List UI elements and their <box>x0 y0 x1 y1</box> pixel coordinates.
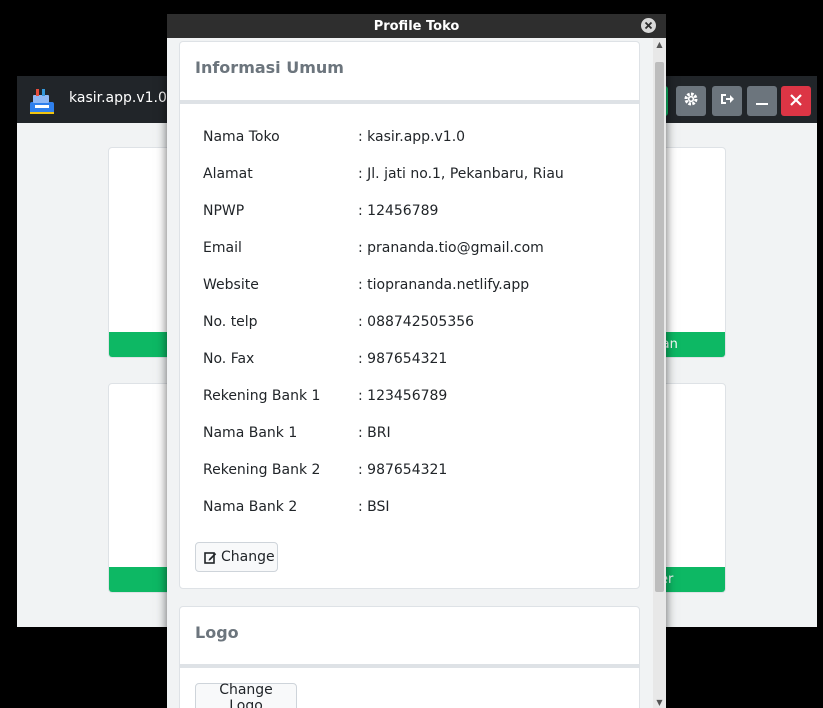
info-value: : kasir.app.v1.0 <box>358 129 466 145</box>
panel-heading: Logo <box>195 623 239 642</box>
change-logo-button-label: Change Logo <box>219 682 273 708</box>
close-app-button[interactable] <box>781 86 811 116</box>
info-value: : 12456789 <box>358 203 439 219</box>
info-label: Rekening Bank 1 <box>203 388 321 404</box>
info-label: Nama Toko <box>203 129 280 145</box>
info-label: Email <box>203 240 242 256</box>
change-logo-button[interactable]: Change Logo <box>195 682 297 708</box>
cash-register-icon <box>27 86 57 116</box>
info-value: : BSI <box>358 499 390 515</box>
info-value: : prananda.tio@gmail.com <box>358 240 544 256</box>
divider <box>180 100 639 104</box>
scroll-thumb[interactable] <box>655 62 664 592</box>
edit-icon <box>204 551 217 564</box>
info-label: No. Fax <box>203 351 255 367</box>
logo-panel: Logo Change Logo <box>179 606 640 708</box>
profile-dialog: Profile Toko Informasi Umum Nama Toko : … <box>167 14 666 708</box>
gear-icon <box>683 91 699 111</box>
info-label: NPWP <box>203 203 245 219</box>
app-title: kasir.app.v1.0 <box>69 90 167 106</box>
info-value: : BRI <box>358 425 391 441</box>
change-button[interactable]: Change <box>195 542 278 572</box>
minimize-icon <box>754 91 770 111</box>
panel-heading: Informasi Umum <box>195 58 344 77</box>
close-circle-icon[interactable] <box>641 18 656 33</box>
info-label: No. telp <box>203 314 258 330</box>
dialog-content: Informasi Umum Nama Toko : kasir.app.v1.… <box>167 38 653 708</box>
divider <box>180 664 639 668</box>
info-label: Alamat <box>203 166 253 182</box>
info-value: : 088742505356 <box>358 314 475 330</box>
info-value: : Jl. jati no.1, Pekanbaru, Riau <box>358 166 564 182</box>
dialog-title: Profile Toko <box>373 19 460 34</box>
general-info-panel: Informasi Umum Nama Toko : kasir.app.v1.… <box>179 41 640 589</box>
logout-button[interactable] <box>712 86 742 116</box>
settings-button[interactable] <box>676 86 706 116</box>
info-value: : 987654321 <box>358 462 448 478</box>
info-value: : 123456789 <box>358 388 448 404</box>
logout-icon <box>719 91 735 111</box>
close-icon <box>789 92 803 111</box>
info-label: Nama Bank 2 <box>203 499 298 515</box>
info-value: : 987654321 <box>358 351 448 367</box>
scroll-up-icon[interactable]: ▲ <box>655 40 664 49</box>
info-value: : tioprananda.netlify.app <box>358 277 530 293</box>
info-label: Rekening Bank 2 <box>203 462 321 478</box>
dialog-titlebar: Profile Toko <box>167 14 666 38</box>
info-label: Nama Bank 1 <box>203 425 298 441</box>
change-button-label: Change <box>221 549 275 565</box>
info-label: Website <box>203 277 259 293</box>
vertical-scrollbar[interactable]: ▲ ▼ <box>653 38 666 708</box>
scroll-down-icon[interactable]: ▼ <box>655 698 664 707</box>
minimize-button[interactable] <box>747 86 777 116</box>
